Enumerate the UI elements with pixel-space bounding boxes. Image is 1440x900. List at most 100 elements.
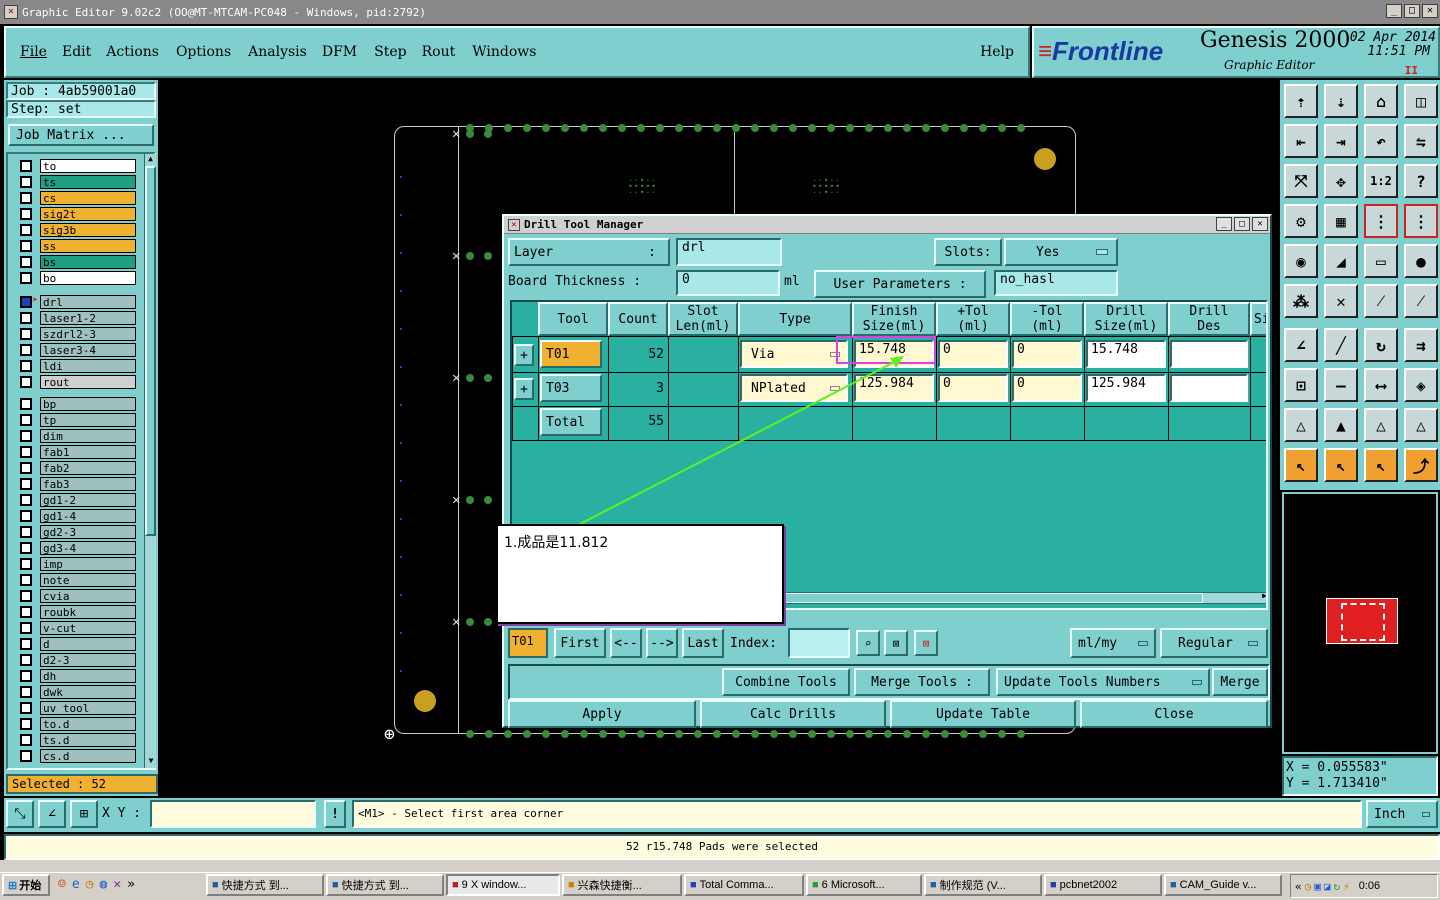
- menu-edit[interactable]: Edit: [62, 44, 91, 60]
- layer-name[interactable]: gd3-4: [40, 540, 136, 555]
- plus-tol-field[interactable]: 0: [938, 374, 1008, 402]
- move-down-icon[interactable]: ⇣: [1324, 84, 1358, 118]
- layer-checkbox[interactable]: [20, 701, 32, 714]
- start-button[interactable]: ⊞ 开始: [2, 874, 50, 896]
- layer-checkbox[interactable]: [20, 541, 32, 554]
- plus-tol-field[interactable]: 0: [938, 340, 1008, 368]
- layer-row[interactable]: sig3b: [16, 222, 136, 237]
- layer-checkbox[interactable]: [20, 573, 32, 586]
- layer-row[interactable]: cvia: [16, 588, 136, 603]
- ruler-icon[interactable]: ▭: [1364, 244, 1398, 278]
- layer-row[interactable]: gd3-4: [16, 540, 136, 555]
- scale-icon[interactable]: 1:2: [1364, 164, 1398, 198]
- panel-icon[interactable]: ◫: [1404, 84, 1438, 118]
- layer-name[interactable]: v-cut: [40, 620, 136, 635]
- help-icon[interactable]: ?: [1404, 164, 1438, 198]
- layer-checkbox[interactable]: [20, 429, 32, 442]
- layer-row[interactable]: fab3: [16, 476, 136, 491]
- layer-checkbox[interactable]: [20, 509, 32, 522]
- layer-checkbox[interactable]: [20, 637, 32, 650]
- finish-size-field[interactable]: 125.984: [854, 374, 934, 402]
- menu-dfm[interactable]: DFM: [322, 44, 357, 60]
- menu-help[interactable]: Help: [980, 44, 1014, 60]
- browser-icon[interactable]: ◍: [99, 877, 107, 892]
- tray-app-icon[interactable]: ◪: [1324, 880, 1331, 893]
- calc-drills-button[interactable]: Calc Drills: [700, 700, 886, 728]
- tool-type-dropdown[interactable]: Via: [740, 340, 848, 368]
- first-button[interactable]: First: [554, 628, 606, 658]
- layer-checkbox[interactable]: [20, 295, 32, 308]
- taskbar-item[interactable]: ■ CAM_Guide v...: [1164, 874, 1282, 896]
- layer-row[interactable]: laser1-2: [16, 310, 136, 325]
- zoom-center-icon[interactable]: ✥: [1324, 164, 1358, 198]
- last-button[interactable]: Last: [682, 628, 724, 658]
- layer-checkbox[interactable]: [20, 413, 32, 426]
- dialog-minimize-button[interactable]: _: [1216, 217, 1232, 231]
- layer-checkbox[interactable]: [20, 493, 32, 506]
- layer-row[interactable]: dwk: [16, 684, 136, 699]
- apply-button[interactable]: Apply: [508, 700, 696, 728]
- triangle-4-icon[interactable]: △: [1404, 408, 1438, 442]
- rotate-icon[interactable]: ↻: [1364, 328, 1398, 362]
- layer-row[interactable]: to.d: [16, 716, 136, 731]
- taskbar-item[interactable]: ■ Total Comma...: [684, 874, 804, 896]
- layer-row[interactable]: note: [16, 572, 136, 587]
- arc-dot-icon[interactable]: ⁄: [1404, 284, 1438, 318]
- layer-name[interactable]: bo: [40, 270, 136, 285]
- snap-icon[interactable]: ◉: [1284, 244, 1318, 278]
- taskbar-item[interactable]: ■ 制作规范 (V...: [924, 874, 1042, 896]
- angle-tool-button[interactable]: ∠: [38, 800, 66, 828]
- layer-checkbox[interactable]: [20, 717, 32, 730]
- layer-value-field[interactable]: drl: [676, 238, 782, 266]
- menu-actions[interactable]: Actions: [106, 44, 159, 60]
- line-dot-icon[interactable]: ⁄: [1364, 284, 1398, 318]
- drill-des-field[interactable]: [1170, 340, 1248, 368]
- close-dialog-button[interactable]: Close: [1080, 700, 1268, 728]
- layer-row[interactable]: uv_tool: [16, 700, 136, 715]
- scroll-thumb[interactable]: [145, 166, 156, 536]
- layer-checkbox[interactable]: [20, 327, 32, 340]
- layer-row[interactable]: cs.d: [16, 748, 136, 763]
- layer-name[interactable]: dh: [40, 668, 136, 683]
- layer-row[interactable]: dim: [16, 428, 136, 443]
- layer-checkbox[interactable]: [20, 343, 32, 356]
- tool-name[interactable]: T03: [540, 374, 602, 402]
- menu-step[interactable]: Step: [374, 44, 406, 60]
- drill-size-field[interactable]: 15.748: [1086, 340, 1166, 368]
- tray-power-icon[interactable]: ⚡: [1343, 880, 1350, 893]
- more-icon[interactable]: »: [127, 877, 135, 892]
- layer-red-icon[interactable]: ⋮: [1364, 204, 1398, 238]
- layer-row[interactable]: ss: [16, 238, 136, 253]
- combine-tools-button[interactable]: Combine Tools: [722, 668, 850, 696]
- layer-row[interactable]: bs: [16, 254, 136, 269]
- angle-red-icon[interactable]: ∠: [1284, 328, 1318, 362]
- job-matrix-button[interactable]: Job Matrix ...: [8, 124, 154, 146]
- units-dropdown[interactable]: ml/my: [1070, 628, 1156, 658]
- layer-row[interactable]: bp: [16, 396, 136, 411]
- layer-name[interactable]: d: [40, 636, 136, 651]
- layer-checkbox[interactable]: [20, 605, 32, 618]
- layer-checkbox[interactable]: [20, 589, 32, 602]
- scroll-down-icon[interactable]: ▼: [145, 756, 157, 768]
- layer-row[interactable]: rout: [16, 374, 136, 389]
- layer-row[interactable]: tp: [16, 412, 136, 427]
- expand-row-button[interactable]: +: [514, 344, 534, 366]
- layer-checkbox[interactable]: [20, 685, 32, 698]
- prev-button[interactable]: <--: [610, 628, 642, 658]
- taskbar-item[interactable]: ■ 快捷方式 到...: [326, 874, 444, 896]
- info-button[interactable]: !: [324, 800, 346, 828]
- layer-row[interactable]: fab2: [16, 460, 136, 475]
- layer-name[interactable]: sig2t: [40, 206, 136, 221]
- grid-tool-button[interactable]: ⊞: [70, 800, 98, 828]
- user-parameters-field[interactable]: no_hasl: [994, 270, 1118, 296]
- tools-icon[interactable]: ⚙: [1284, 204, 1318, 238]
- layer-checkbox[interactable]: [20, 397, 32, 410]
- layer-name[interactable]: fab2: [40, 460, 136, 475]
- shapes-icon[interactable]: ◈: [1404, 368, 1438, 402]
- layer-checkbox[interactable]: [20, 749, 32, 762]
- step-left-icon[interactable]: ⇤: [1284, 124, 1318, 158]
- layer-row[interactable]: laser3-4: [16, 342, 136, 357]
- triangle-1-icon[interactable]: △: [1284, 408, 1318, 442]
- units-inch-dropdown[interactable]: Inch: [1366, 800, 1438, 828]
- layer-checkbox[interactable]: [20, 223, 32, 236]
